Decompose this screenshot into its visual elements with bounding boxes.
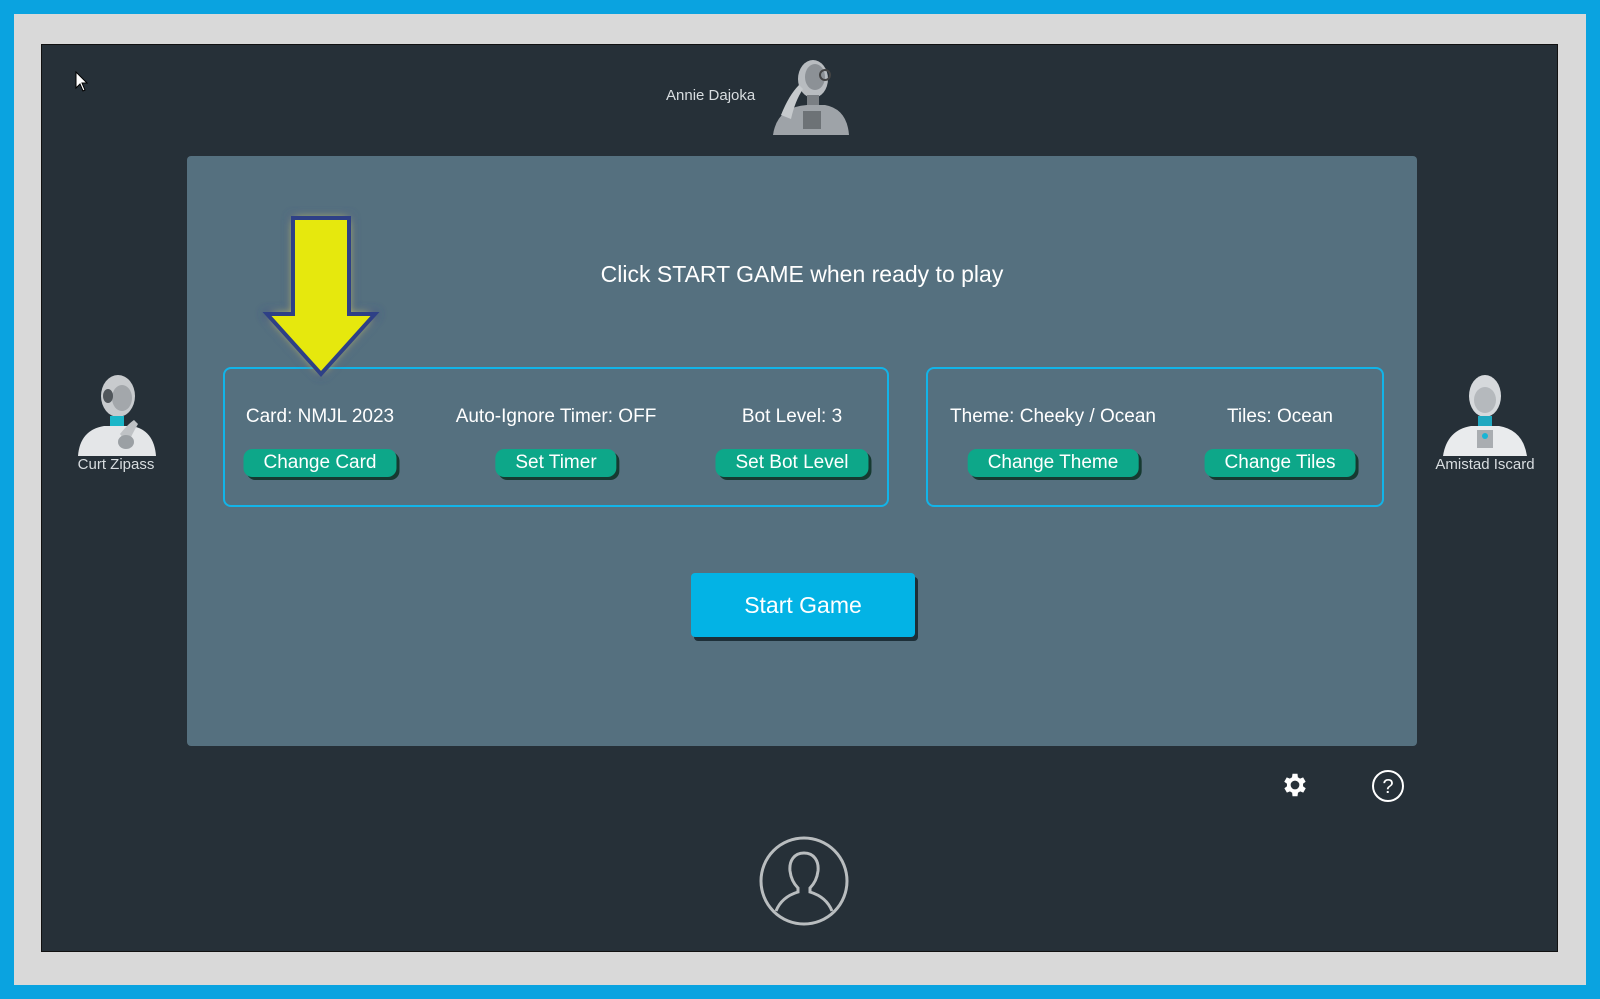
tiles-label: Tiles: Ocean [1227,406,1333,427]
appearance-settings-group: Theme: Cheeky / Ocean Change Theme Tiles… [926,367,1384,507]
card-label: Card: NMJL 2023 [245,406,395,427]
gear-icon[interactable] [1280,770,1310,800]
start-game-button[interactable]: Start Game [691,573,915,637]
timer-label: Auto-Ignore Timer: OFF [455,406,657,427]
user-avatar-icon[interactable] [758,835,850,927]
mouse-cursor-icon [75,71,89,92]
highlight-arrow-icon [262,216,380,377]
player-right: Amistad Iscard [1430,372,1540,473]
player-name: Annie Dajoka [666,86,756,104]
theme-label: Theme: Cheeky / Ocean [950,406,1156,427]
robot-avatar-icon [773,60,850,135]
change-tiles-button[interactable]: Change Tiles [1204,449,1356,477]
change-theme-button[interactable]: Change Theme [967,449,1139,477]
player-left: Curt Zipass [70,372,162,473]
player-top: Annie Dajoka [666,55,851,135]
help-icon[interactable]: ? [1371,769,1405,803]
set-timer-button[interactable]: Set Timer [495,449,617,477]
game-settings-group: Card: NMJL 2023 Change Card Auto-Ignore … [223,367,889,507]
set-bot-level-button[interactable]: Set Bot Level [715,449,869,477]
change-card-button[interactable]: Change Card [243,449,397,477]
player-name: Amistad Iscard [1435,456,1535,473]
game-setup-panel: Click START GAME when ready to play Card… [187,156,1417,746]
player-name: Curt Zipass [77,456,155,473]
svg-text:?: ? [1382,776,1393,798]
robot-avatar-icon [1443,375,1527,456]
robot-avatar-icon [78,375,156,456]
bot-level-label: Bot Level: 3 [741,406,843,427]
